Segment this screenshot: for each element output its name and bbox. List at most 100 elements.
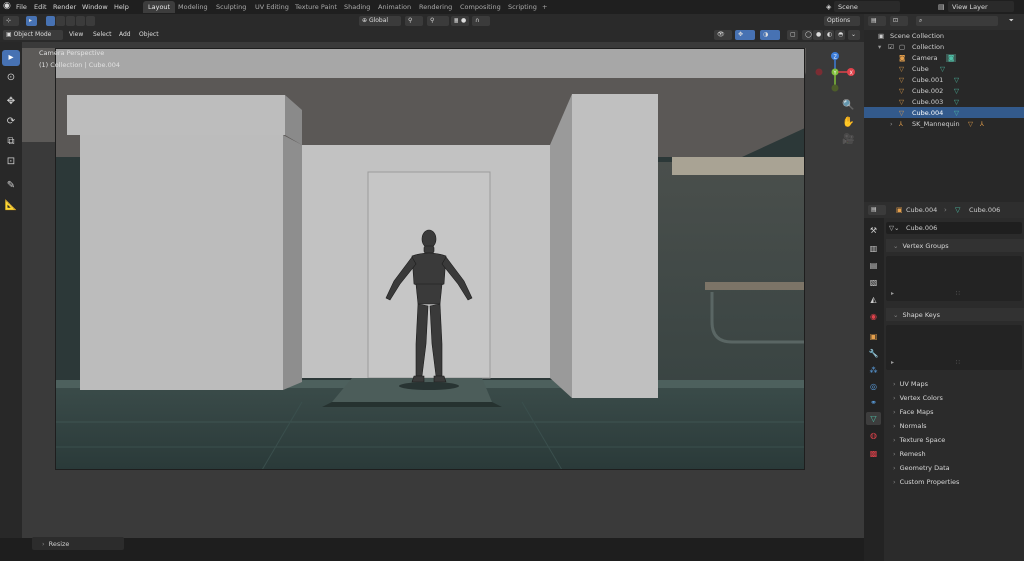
world-tab-icon[interactable]: ◉ [866, 310, 881, 323]
falloff-icon[interactable]: ∩ [472, 16, 490, 26]
overlay-toggle-icon[interactable]: ◑ [760, 30, 780, 40]
panel-geometry-data-header[interactable]: › Geometry Data [886, 461, 1024, 474]
visibility-icon[interactable]: 👁 [714, 30, 732, 40]
mesh-data-name-field[interactable]: ▽⌄ Cube.006 [886, 222, 1022, 234]
menu-select[interactable]: Select [90, 30, 115, 40]
pan-hand-icon[interactable]: ✋ [842, 117, 854, 128]
outliner-search-input[interactable]: ⌕ [916, 16, 998, 26]
resize-grip-icon[interactable]: ∷ [956, 359, 960, 366]
object-mode-dropdown[interactable]: ▣ Object Mode [3, 30, 63, 40]
annotate-tool-icon[interactable]: ✎ [2, 178, 20, 194]
tab-uv-editing[interactable]: UV Editing [250, 1, 294, 13]
options-dropdown[interactable]: Options [824, 16, 860, 26]
physics-tab-icon[interactable]: ◎ [866, 380, 881, 393]
texture-tab-icon[interactable]: ▩ [866, 447, 881, 460]
scene-tab-icon[interactable]: ◭ [866, 293, 881, 306]
properties-editor-icon[interactable]: ▤ [868, 205, 886, 215]
select-box-tool-icon[interactable]: ▸ [2, 50, 20, 66]
pivot-point-icon[interactable]: ⚲ [405, 16, 423, 26]
vertex-groups-list[interactable]: ▸ ∷ [886, 256, 1022, 301]
resize-grip-icon[interactable]: ∷ [956, 290, 960, 297]
filter-icon[interactable]: ⏷ [1006, 16, 1020, 26]
menu-object[interactable]: Object [136, 30, 162, 40]
view-layer-selector[interactable]: View Layer [948, 1, 1014, 12]
shape-keys-list[interactable]: ▸ ∷ [886, 325, 1022, 370]
tab-sculpting[interactable]: Sculpting [211, 1, 251, 13]
tool-settings-tab-icon[interactable]: ⚒ [866, 224, 881, 237]
view-layer-tab-icon[interactable]: ▧ [866, 276, 881, 289]
object-tab-icon[interactable]: ▣ [866, 330, 881, 343]
outliner-row-camera[interactable]: ◙ Camera ◙ [864, 52, 1024, 63]
constraints-tab-icon[interactable]: ⚭ [866, 396, 881, 409]
tab-shading[interactable]: Shading [339, 1, 375, 13]
gizmo-toggle-icon[interactable]: ✥ [735, 30, 755, 40]
zoom-icon[interactable]: 🔍 [842, 100, 854, 111]
tab-animation[interactable]: Animation [373, 1, 416, 13]
menu-window[interactable]: Window [82, 3, 108, 11]
panel-shape-keys-header[interactable]: ⌄ Shape Keys [886, 308, 1024, 321]
move-tool-icon[interactable]: ✥ [2, 94, 20, 110]
tab-layout[interactable]: Layout [143, 1, 176, 13]
outliner-row-scene-collection[interactable]: ▣ Scene Collection [864, 30, 1024, 41]
xray-toggle-icon[interactable]: ▢ [787, 30, 798, 40]
select-mode-subtract-icon[interactable] [66, 16, 75, 26]
outliner-row-collection[interactable]: ▾ ☑ ▢ Collection [864, 41, 1024, 52]
panel-face-maps-header[interactable]: › Face Maps [886, 405, 1024, 418]
tab-modeling[interactable]: Modeling [173, 1, 213, 13]
outliner-row-cube-004[interactable]: ▽ Cube.004 ▽ [864, 107, 1024, 118]
blender-logo-icon[interactable]: ◉ [3, 1, 11, 11]
select-tool-icon[interactable]: ▸ [26, 16, 37, 26]
scene-selector[interactable]: Scene [834, 1, 900, 12]
breadcrumb-object[interactable]: Cube.004 [906, 206, 937, 214]
select-mode-intersect-icon[interactable] [86, 16, 95, 26]
render-tab-icon[interactable]: ▥ [866, 242, 881, 255]
select-mode-new-icon[interactable] [46, 16, 55, 26]
select-mode-extend-icon[interactable] [56, 16, 65, 26]
scale-tool-icon[interactable]: ⧉ [2, 134, 20, 150]
add-workspace-button[interactable]: + [537, 1, 552, 13]
last-operator-panel[interactable]: › Resize [32, 537, 124, 550]
outliner-row-cube[interactable]: ▽ Cube ▽ [864, 63, 1024, 74]
menu-help[interactable]: Help [114, 3, 129, 11]
panel-remesh-header[interactable]: › Remesh [886, 447, 1024, 460]
outliner-row-cube-001[interactable]: ▽ Cube.001 ▽ [864, 74, 1024, 85]
rotate-tool-icon[interactable]: ⟳ [2, 114, 20, 130]
tab-rendering[interactable]: Rendering [414, 1, 457, 13]
modifier-tab-icon[interactable]: 🔧 [866, 347, 881, 360]
snap-toggle-icon[interactable]: ⚲ [427, 16, 449, 26]
select-mode-invert-icon[interactable] [76, 16, 85, 26]
editor-type-icon[interactable]: ⊹ [3, 16, 19, 26]
menu-file[interactable]: File [16, 3, 27, 11]
shading-rendered-icon[interactable]: ◓ [835, 30, 845, 40]
material-tab-icon[interactable]: ◍ [866, 429, 881, 442]
panel-uv-maps-header[interactable]: › UV Maps [886, 377, 1024, 390]
measure-tool-icon[interactable]: 📐 [2, 198, 20, 214]
panel-normals-header[interactable]: › Normals [886, 419, 1024, 432]
panel-vertex-colors-header[interactable]: › Vertex Colors [886, 391, 1024, 404]
menu-view[interactable]: View [66, 30, 86, 40]
transform-orientation-dropdown[interactable]: ⊕ Global [359, 16, 401, 26]
outliner-row-cube-002[interactable]: ▽ Cube.002 ▽ [864, 85, 1024, 96]
panel-custom-properties-header[interactable]: › Custom Properties [886, 475, 1024, 488]
cursor-tool-icon[interactable]: ⊙ [2, 70, 20, 86]
transform-tool-icon[interactable]: ⊡ [2, 154, 20, 170]
outliner-editor-icon[interactable]: ▤ [868, 16, 886, 26]
outliner-row-sk-mannequin[interactable]: › ⅄ SK_Mannequin ▽ ⅄ [864, 118, 1024, 129]
camera-view-icon[interactable]: 🎥 [842, 134, 854, 145]
panel-vertex-groups-header[interactable]: ⌄ Vertex Groups [886, 239, 1024, 252]
menu-add[interactable]: Add [116, 30, 134, 40]
expand-icon[interactable]: › [890, 120, 893, 128]
breadcrumb-data[interactable]: Cube.006 [969, 206, 1000, 214]
tab-texture-paint[interactable]: Texture Paint [290, 1, 342, 13]
outliner-display-mode-icon[interactable]: ⊡ [890, 16, 908, 26]
tab-compositing[interactable]: Compositing [455, 1, 506, 13]
checkbox-icon[interactable]: ☑ [888, 43, 894, 51]
mesh-data-tab-icon[interactable]: ▽ [866, 412, 881, 425]
proportional-edit-icon[interactable]: ● [458, 16, 469, 26]
navigation-gizmo[interactable]: X Y Z [815, 50, 855, 94]
menu-render[interactable]: Render [53, 3, 76, 11]
particles-tab-icon[interactable]: ⁂ [866, 364, 881, 377]
output-tab-icon[interactable]: ▤ [866, 259, 881, 272]
shading-wireframe-icon[interactable]: ◯ [802, 30, 812, 40]
3d-viewport[interactable]: Camera Perspective (1) Collection | Cube… [22, 42, 864, 538]
